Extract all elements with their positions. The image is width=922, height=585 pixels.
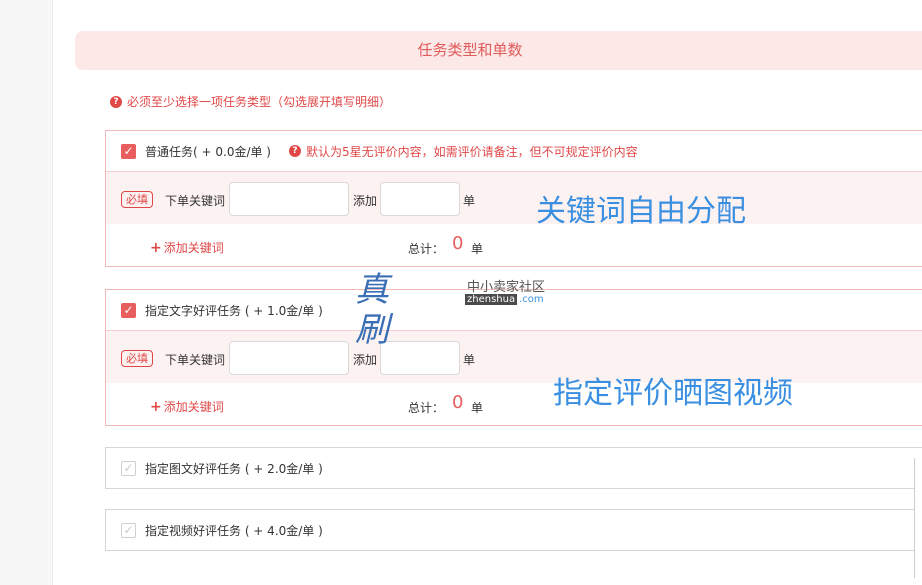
task-text-review-title: 指定文字好评任务 ( + 1.0金/单 ) <box>145 303 323 318</box>
watermark-sub-en: zhenshua .com <box>465 294 544 305</box>
annotation-keyword-allocation: 关键词自由分配 <box>536 194 746 229</box>
watermark-domain: .com <box>519 294 544 305</box>
required-tag: 必填 <box>121 191 153 208</box>
add-keyword-text: 添加关键词 <box>163 400 224 414</box>
left-gutter <box>0 0 53 585</box>
task-normal-note-text: 默认为5星无评价内容，如需评价请备注，但不可规定评价内容 <box>306 144 638 159</box>
required-tag: 必填 <box>121 350 153 367</box>
add-keyword-text: 添加关键词 <box>163 241 224 255</box>
task-normal-checkbox[interactable]: ✓ <box>121 143 136 159</box>
task-video-review-title: 指定视频好评任务 ( + 4.0金/单 ) <box>145 523 323 538</box>
count-input[interactable] <box>380 341 460 375</box>
section-header: 任务类型和单数 <box>75 31 922 70</box>
watermark-tag: zhenshua <box>465 294 518 305</box>
task-image-review: ✓ 指定图文好评任务 ( + 2.0金/单 ) <box>105 447 922 489</box>
keyword-input[interactable] <box>229 182 349 216</box>
task-text-review-body: 必填 下单关键词 添加 单 + 添加关键词 总计： 0 单 <box>106 330 922 425</box>
add-count-label: 添加 <box>353 194 378 208</box>
task-video-review-checkbox[interactable]: ✓ <box>121 522 136 538</box>
count-unit: 单 <box>463 194 476 208</box>
total-value: 0 <box>452 233 464 254</box>
task-video-review-header: ✓ 指定视频好评任务 ( + 4.0金/单 ) <box>106 510 922 550</box>
plus-icon: + <box>150 399 162 415</box>
add-keyword-link[interactable]: + 添加关键词 <box>150 398 224 415</box>
task-image-review-checkbox[interactable]: ✓ <box>121 460 136 476</box>
count-unit: 单 <box>463 353 476 367</box>
annotation-review-media: 指定评价晒图视频 <box>553 376 793 411</box>
question-icon: ? <box>289 145 301 157</box>
watermark-main: 真刷 <box>355 270 391 350</box>
section-title: 任务类型和单数 <box>417 41 523 59</box>
keyword-label: 下单关键词 <box>165 353 226 367</box>
required-warning: ? 必须至少选择一项任务类型（勾选展开填写明细） <box>110 94 391 110</box>
task-normal: ✓ 普通任务( + 0.0金/单 ) ? 默认为5星无评价内容，如需评价请备注，… <box>105 130 922 267</box>
count-input[interactable] <box>380 182 460 216</box>
keyword-label: 下单关键词 <box>165 194 226 208</box>
total-unit: 单 <box>471 401 484 415</box>
task-text-review-checkbox[interactable]: ✓ <box>121 302 136 318</box>
task-normal-header: ✓ 普通任务( + 0.0金/单 ) ? 默认为5星无评价内容，如需评价请备注，… <box>106 131 922 171</box>
task-image-review-title: 指定图文好评任务 ( + 2.0金/单 ) <box>145 461 323 476</box>
add-count-label: 添加 <box>353 353 378 367</box>
total-unit: 单 <box>471 242 484 256</box>
add-keyword-link[interactable]: + 添加关键词 <box>150 239 224 256</box>
task-normal-body: 必填 下单关键词 添加 单 + 添加关键词 总计： 0 单 <box>106 171 922 266</box>
task-image-review-header: ✓ 指定图文好评任务 ( + 2.0金/单 ) <box>106 448 922 488</box>
keyword-input[interactable] <box>229 341 349 375</box>
task-text-review: ✓ 指定文字好评任务 ( + 1.0金/单 ) 必填 下单关键词 添加 单 + 添… <box>105 289 922 426</box>
task-normal-note: ? 默认为5星无评价内容，如需评价请备注，但不可规定评价内容 <box>289 143 638 160</box>
task-normal-title: 普通任务( + 0.0金/单 ) <box>145 144 271 159</box>
plus-icon: + <box>150 240 162 256</box>
required-warning-text: 必须至少选择一项任务类型（勾选展开填写明细） <box>127 95 392 109</box>
total-value: 0 <box>452 392 464 413</box>
question-icon: ? <box>110 96 122 108</box>
task-video-review: ✓ 指定视频好评任务 ( + 4.0金/单 ) <box>105 509 922 551</box>
scrollbar[interactable] <box>914 458 922 578</box>
watermark-sub-cn: 中小卖家社区 <box>467 280 546 295</box>
total-label: 总计： <box>408 242 445 256</box>
total-label: 总计： <box>408 401 445 415</box>
